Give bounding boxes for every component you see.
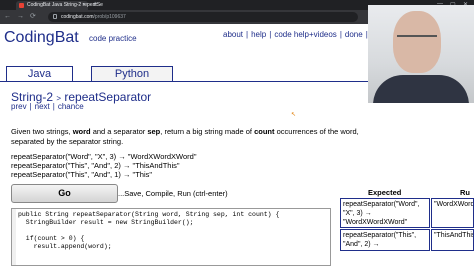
tab-close-icon[interactable]: × — [82, 2, 85, 8]
forward-icon[interactable]: → — [17, 13, 24, 21]
results-header-expected: Expected — [368, 188, 402, 197]
problem-nav: prev | next | chance — [11, 102, 84, 111]
browser-tab[interactable]: CodingBat Java String-2 repeatSe × — [16, 1, 103, 10]
code-line-1: public String repeatSeparator(String wor… — [18, 211, 280, 218]
site-tagline: code practice — [89, 34, 137, 43]
favicon-icon — [19, 3, 24, 8]
example-2: repeatSeparator("This", "And", 2) → "Thi… — [11, 161, 180, 170]
code-line-4: if(count > 0) { — [18, 235, 85, 242]
browser-tab-title: CodingBat Java String-2 repeatSe — [27, 2, 103, 8]
tab-java[interactable]: Java — [6, 66, 73, 82]
glasses-icon — [397, 35, 437, 43]
results-run-cell: "ThisAndThis — [431, 229, 474, 251]
example-1: repeatSeparator("Word", "X", 3) → "WordX… — [11, 152, 197, 161]
mouse-cursor-icon: ↖ — [291, 112, 297, 118]
results-run-cell: "WordXWord — [431, 198, 474, 228]
next-link[interactable]: next — [35, 102, 50, 111]
nav-code-help-link[interactable]: code help+videos — [274, 30, 337, 39]
results-header-run: Ru — [460, 188, 470, 197]
lock-icon — [53, 14, 57, 19]
reload-icon[interactable]: ⟳ — [30, 13, 36, 21]
nav-help-link[interactable]: help — [251, 30, 266, 39]
address-bar[interactable]: codingbat.com/prob/p109637 — [48, 12, 358, 22]
new-tab-button[interactable]: + — [93, 1, 97, 9]
address-url: codingbat.com/prob/p109637 — [61, 14, 126, 20]
example-3: repeatSeparator("This", "And", 1) → "Thi… — [11, 170, 153, 179]
chance-link[interactable]: chance — [58, 102, 84, 111]
top-nav: about|help|code help+videos|done|r — [223, 30, 373, 39]
webcam-overlay — [368, 5, 474, 103]
go-hint: ...Save, Compile, Run (ctrl-enter) — [118, 189, 228, 198]
site-logo[interactable]: CodingBat — [4, 29, 79, 47]
presenter-shirt — [373, 75, 469, 103]
editor-gutter — [12, 209, 16, 265]
code-line-2: StringBuilder result = new StringBuilder… — [18, 219, 194, 226]
prev-link[interactable]: prev — [11, 102, 27, 111]
results-expected-cell: repeatSeparator("This", "And", 2) → — [340, 229, 430, 251]
nav-about-link[interactable]: about — [223, 30, 243, 39]
go-button[interactable]: Go — [11, 184, 118, 203]
back-icon[interactable]: ← — [4, 13, 11, 21]
nav-done-link[interactable]: done — [345, 30, 363, 39]
code-line-5: result.append(word); — [18, 243, 112, 250]
results-expected-cell: repeatSeparator("Word", "X", 3) → "WordX… — [340, 198, 430, 228]
problem-description: Given two strings, word and a separator … — [11, 127, 359, 146]
code-editor[interactable]: public String repeatSeparator(String wor… — [11, 208, 331, 266]
tab-python[interactable]: Python — [91, 66, 173, 82]
